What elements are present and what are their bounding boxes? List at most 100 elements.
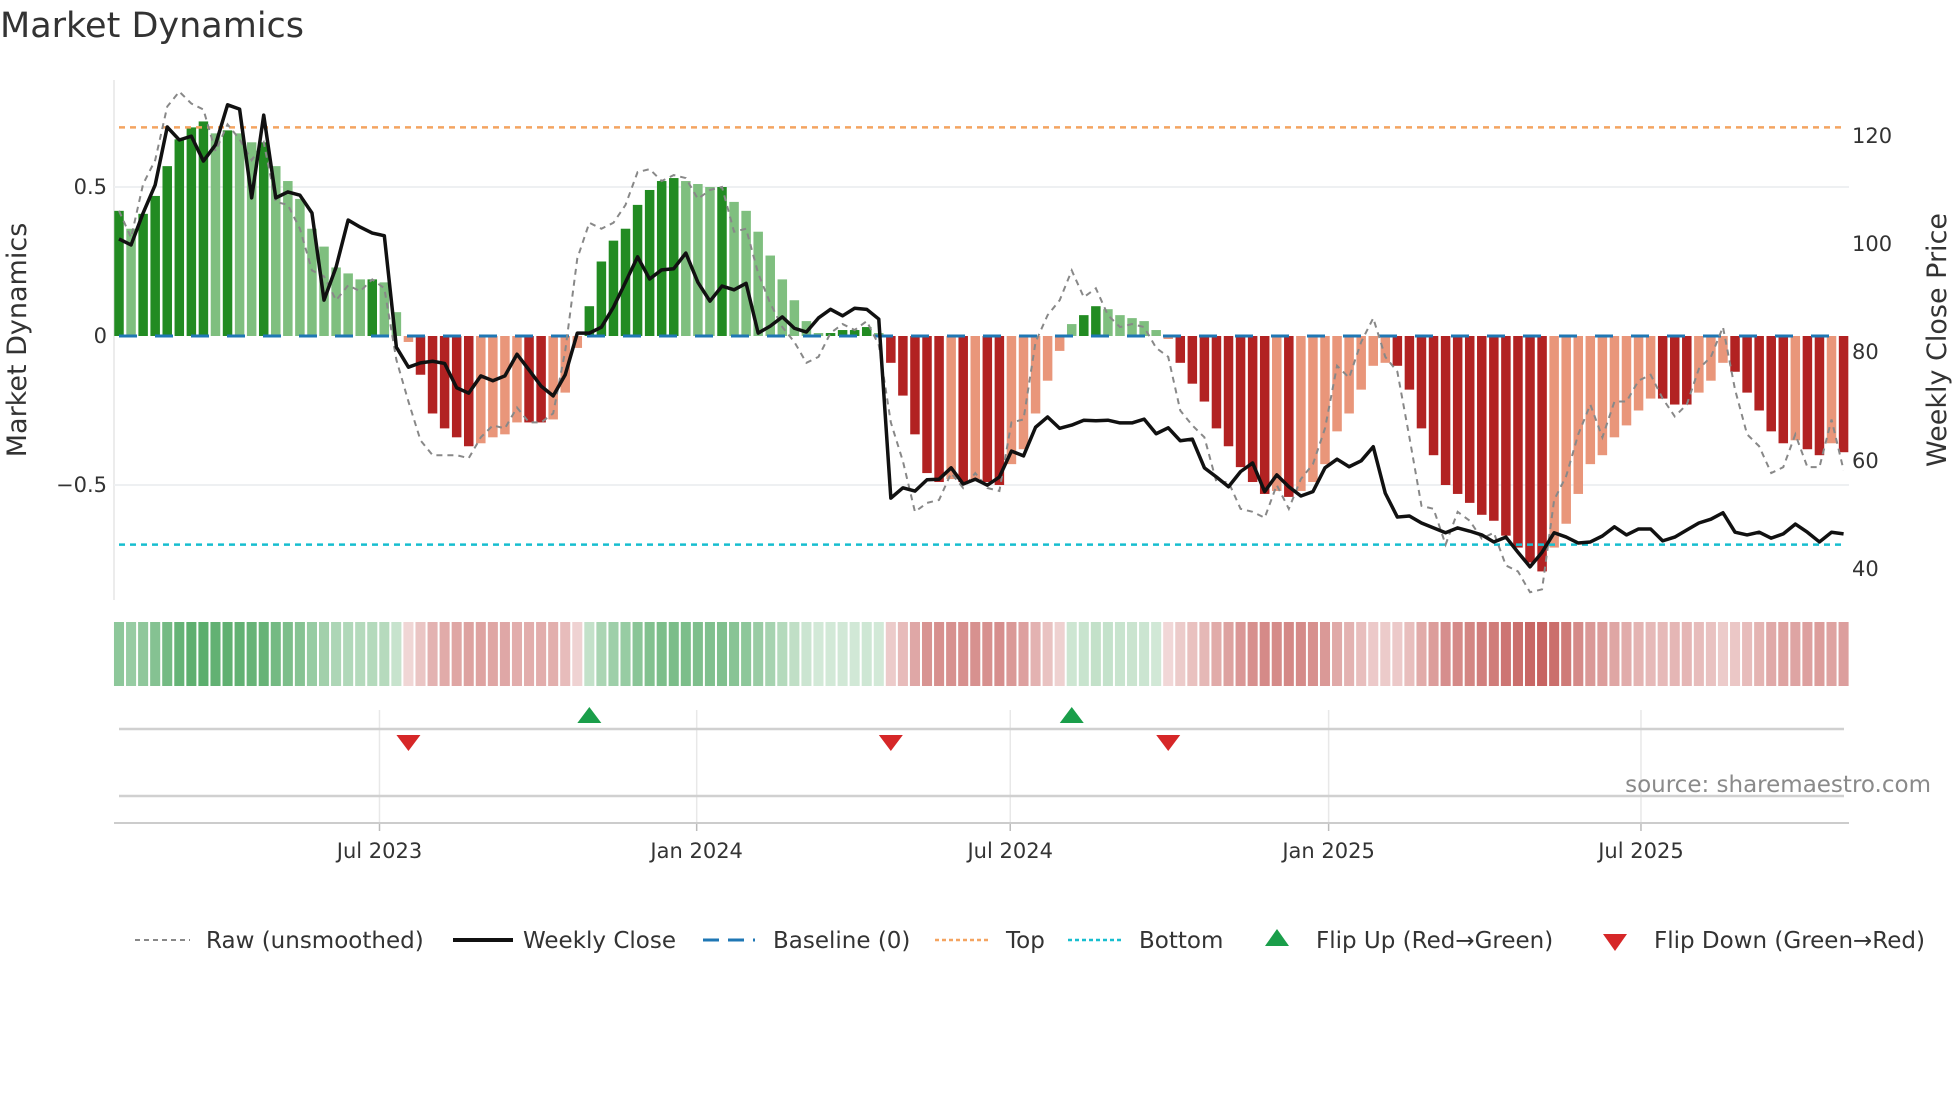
momentum-bar [982, 336, 993, 483]
momentum-bar [1187, 336, 1198, 384]
momentum-bar [1802, 336, 1813, 450]
momentum-bar [1657, 336, 1668, 399]
legend-bottom-label: Bottom [1139, 928, 1223, 954]
heat-cell [1223, 622, 1234, 686]
momentum-bar [1151, 330, 1161, 336]
y-tick-label: 0.5 [74, 175, 107, 199]
momentum-bar [548, 336, 558, 420]
heat-cell [198, 622, 209, 686]
heat-cell [1199, 622, 1210, 686]
heat-cell [1247, 622, 1258, 686]
heat-cell [1042, 622, 1053, 686]
source-label: source: sharemaestro.com [1625, 772, 1931, 798]
heat-cell [367, 622, 378, 686]
heat-cell [1549, 622, 1560, 686]
momentum-bar [705, 187, 715, 336]
heat-cell [343, 622, 354, 686]
momentum-bar [1272, 336, 1282, 491]
heat-cell [1018, 622, 1029, 686]
heat-cell [536, 622, 547, 686]
heat-cell [318, 622, 330, 686]
heat-cell [1633, 622, 1644, 686]
heat-cell [1416, 622, 1427, 686]
heat-cell [921, 622, 933, 686]
heat-cell [1332, 622, 1343, 686]
momentum-bar [1609, 336, 1620, 438]
heat-cell [1078, 622, 1089, 686]
momentum-bar [500, 336, 510, 435]
momentum-bar [1296, 336, 1306, 491]
heat-cell [1283, 622, 1294, 686]
momentum-bar [1428, 336, 1439, 456]
heat-cell [584, 622, 595, 686]
heat-cell [1645, 622, 1656, 686]
momentum-bar [150, 195, 160, 336]
heat-cell [1597, 622, 1608, 686]
heat-cell [1066, 622, 1077, 686]
heat-cell [1259, 622, 1270, 686]
momentum-bar [946, 336, 956, 480]
heat-cell [1295, 622, 1306, 686]
legend: Raw (unsmoothed) Weekly Close Baseline (… [135, 928, 1925, 954]
heat-cell [1006, 622, 1017, 686]
momentum-bar [1838, 336, 1849, 453]
heat-cell [355, 622, 366, 686]
momentum-bar [656, 181, 667, 336]
heat-cell [415, 622, 426, 686]
momentum-bar [1766, 336, 1776, 432]
heat-cell [1717, 622, 1729, 686]
heat-cell [970, 622, 981, 686]
x-tick-label: Jul 2025 [1596, 839, 1683, 863]
momentum-bar [1115, 315, 1125, 336]
heat-cell [1693, 622, 1704, 686]
heat-cell [849, 622, 860, 686]
heat-cell [1524, 622, 1536, 686]
heat-cell [1307, 622, 1318, 686]
legend-close-label: Weekly Close [523, 928, 676, 954]
heat-cell [126, 622, 137, 686]
momentum-bar [258, 142, 269, 336]
heat-strip [113, 622, 1849, 686]
momentum-bar [1573, 336, 1584, 494]
heat-cell [1476, 622, 1487, 686]
momentum-bar [1826, 336, 1837, 444]
momentum-bar [367, 279, 378, 336]
heat-cell [138, 622, 149, 686]
momentum-bar [608, 240, 619, 336]
heat-cell [680, 622, 691, 686]
market-dynamics-chart: 0.5 0 −0.5 120 100 80 60 40 Market Dynam… [2, 80, 1953, 954]
heat-cell [741, 622, 752, 686]
momentum-bar [1489, 336, 1499, 521]
heat-cell [1344, 622, 1355, 686]
momentum-bar [1199, 336, 1210, 402]
momentum-bar [476, 336, 486, 444]
heat-cell [475, 622, 486, 686]
heat-cell [716, 622, 728, 686]
momentum-bar [1223, 336, 1234, 447]
y-axis-title: Market Dynamics [2, 223, 33, 458]
heat-cell [837, 622, 848, 686]
momentum-bar [632, 204, 643, 336]
momentum-bar [1392, 336, 1403, 366]
heat-cell [270, 622, 281, 686]
momentum-bar [1079, 315, 1089, 336]
heat-cell [560, 622, 571, 686]
heat-cell [1500, 622, 1511, 686]
momentum-bar [162, 166, 172, 336]
momentum-bar [1790, 336, 1801, 441]
momentum-bar [644, 189, 655, 336]
heat-cell [1452, 622, 1463, 686]
momentum-bar [1549, 336, 1559, 548]
heat-cell [885, 622, 896, 686]
legend-top-label: Top [1005, 928, 1045, 954]
momentum-bar [1585, 336, 1596, 465]
momentum-bar [1754, 336, 1764, 411]
momentum-bar [488, 336, 498, 438]
heat-cell [1814, 622, 1825, 686]
heat-cell [1705, 622, 1716, 686]
heat-cell [1392, 622, 1403, 686]
momentum-bar [1440, 336, 1451, 485]
y-tick-label: 0 [94, 324, 107, 348]
legend-raw-label: Raw (unsmoothed) [206, 928, 424, 954]
heat-cell [1090, 622, 1101, 686]
